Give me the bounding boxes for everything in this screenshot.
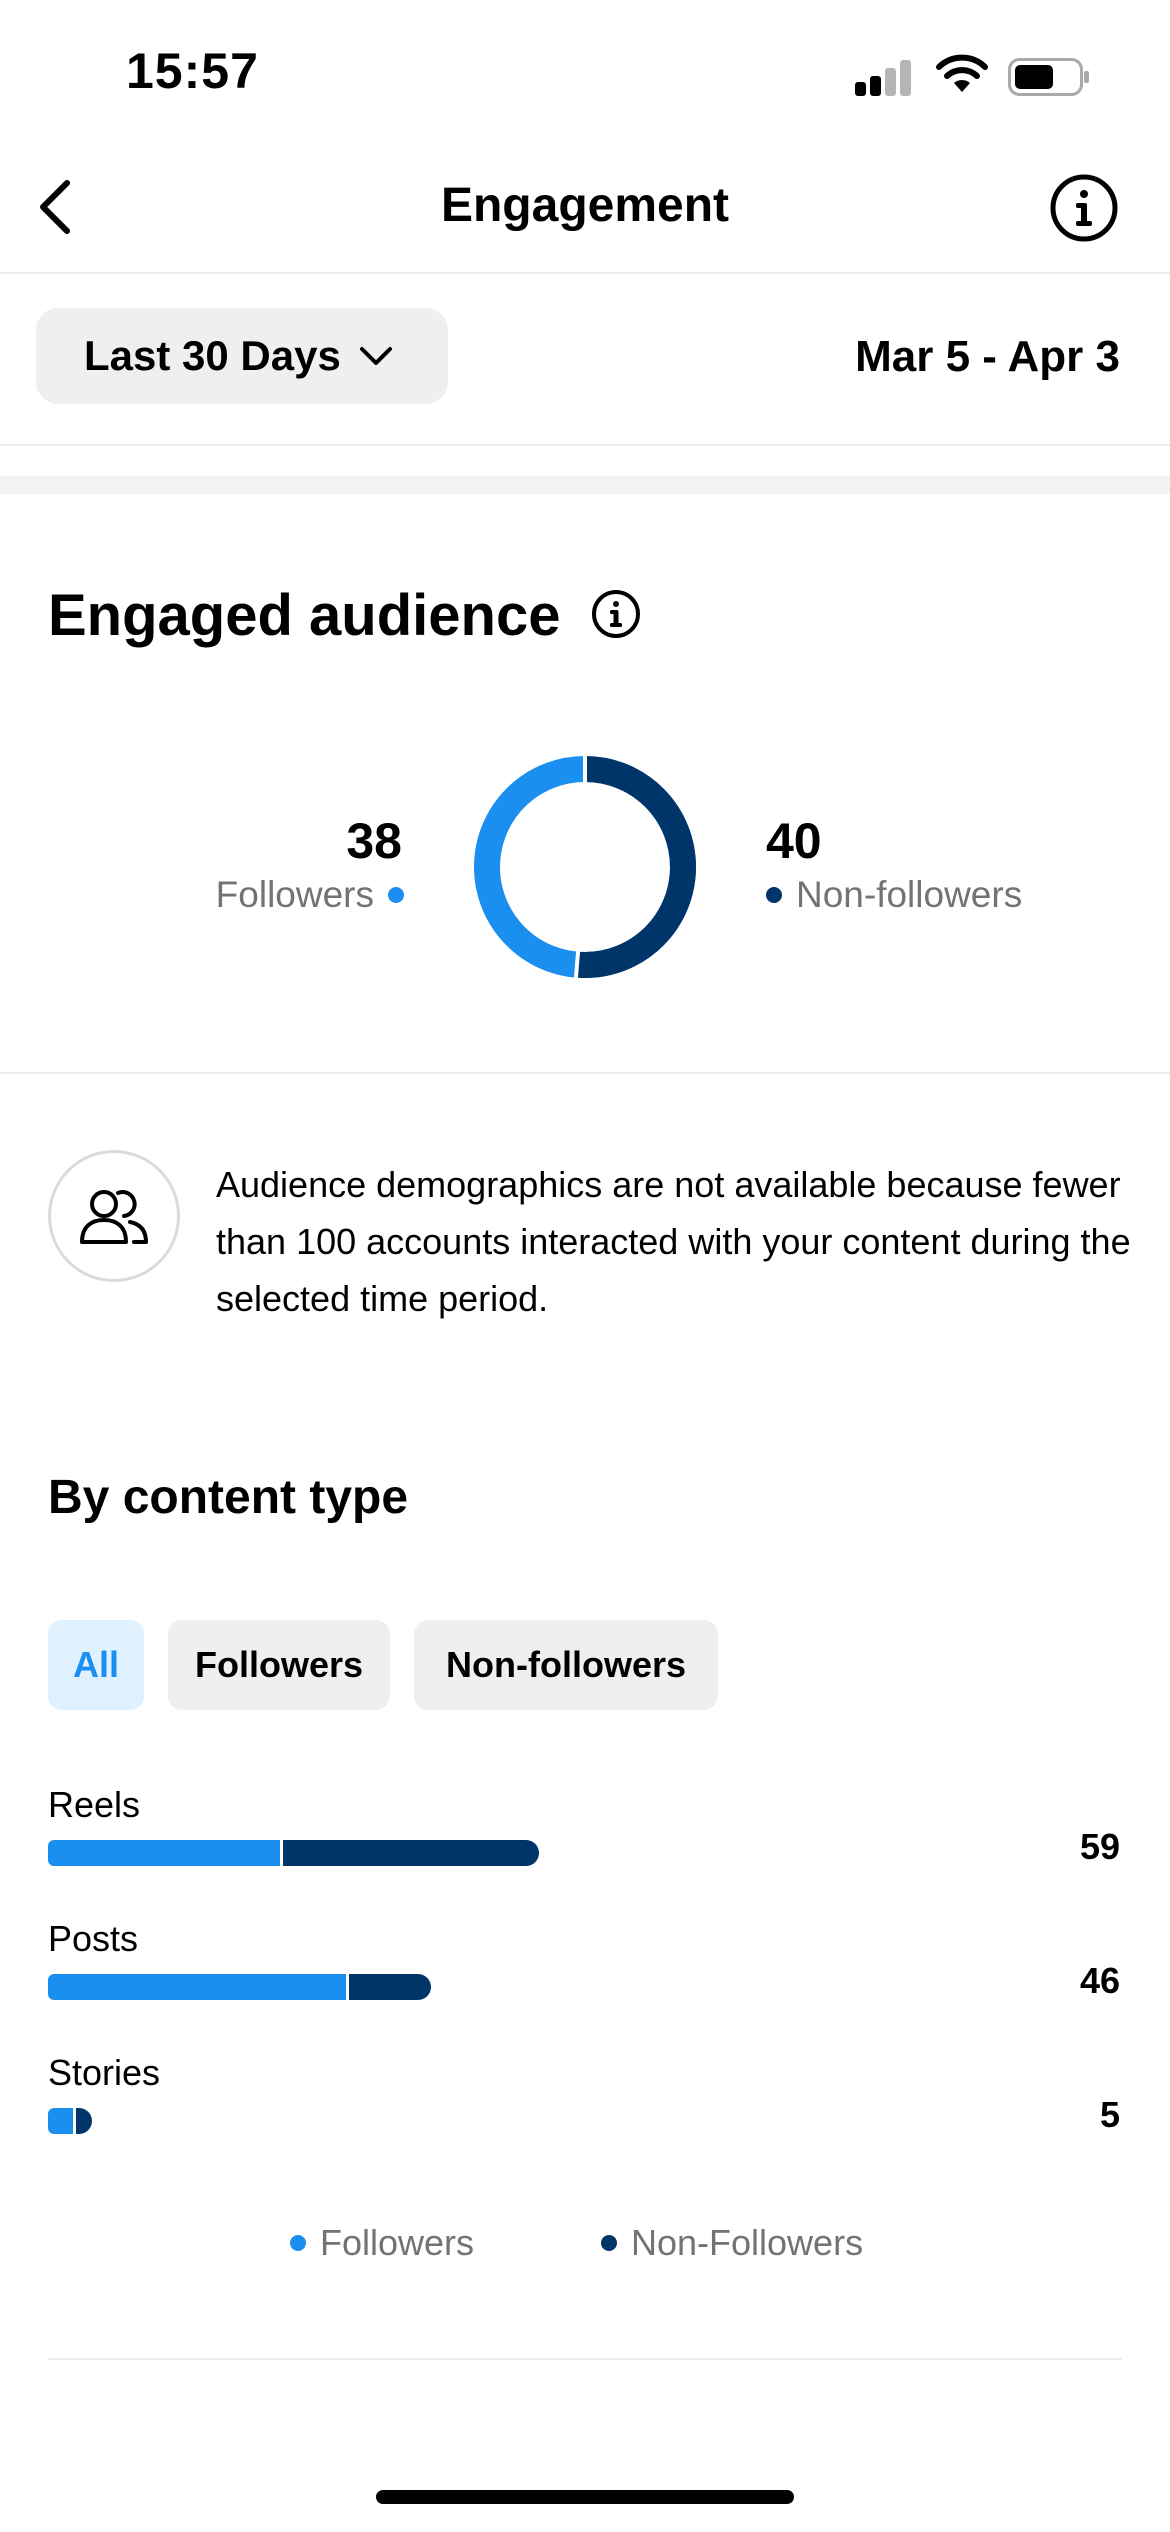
date-range-dropdown[interactable]: Last 30 Days [36,308,448,404]
bar-label-stories: Stories [48,2052,161,2093]
wifi-icon [936,54,988,92]
bar-reels-non-followers [282,1840,539,1866]
info-icon[interactable] [1048,172,1120,244]
legend-followers: Followers [290,2222,474,2264]
non-followers-stat-label: Non-followers [766,874,1022,916]
engaged-audience-donut-chart [474,754,696,980]
content-type-title: By content type [48,1471,409,1524]
filter-bar: Last 30 Days Mar 5 - Apr 3 [0,276,1170,446]
chevron-down-icon [359,347,392,365]
chip-all[interactable]: All [48,1620,144,1710]
legend-followers-dot-icon [290,2235,306,2251]
bar-value-reels: 59 [1079,1826,1120,1867]
bar-label-reels: Reels [48,1784,141,1825]
battery-icon [1008,58,1089,96]
bar-posts-followers [48,1974,346,2000]
date-range-text: Mar 5 - Apr 3 [855,332,1120,381]
bar-stories-non-followers [75,2108,93,2134]
bar-stories-followers [48,2108,73,2134]
legend-non-followers-dot-icon [601,2235,617,2251]
bar-reels [48,1840,539,1866]
status-time: 15:57 [126,43,259,99]
non-followers-dot-icon [766,887,782,903]
bar-stories [48,2108,93,2134]
people-icon [80,1190,148,1244]
divider [0,1072,1170,1074]
bar-posts [48,1974,432,2000]
bar-value-stories: 5 [1099,2094,1120,2135]
info-icon[interactable] [590,588,642,640]
followers-dot-icon [388,887,404,903]
date-range-dropdown-label: Last 30 Days [84,332,341,379]
followers-stat-label: Followers [216,874,404,916]
home-indicator [376,2490,794,2504]
donut-separator [573,948,581,980]
chip-followers[interactable]: Followers [168,1620,390,1710]
non-followers-label: Non-followers [796,874,1023,915]
legend-non-followers: Non-Followers [601,2222,863,2264]
audience-icon-circle [48,1150,180,1282]
bar-reels-followers [48,1840,280,1866]
nav-header: Engagement [0,150,1170,274]
legend-followers-label: Followers [320,2222,475,2263]
bar-label-posts: Posts [48,1918,139,1959]
non-followers-count: 40 [766,813,822,869]
followers-count: 38 [346,813,402,869]
page-title: Engagement [440,179,730,232]
engaged-audience-title: Engaged audience [48,583,561,648]
bar-posts-non-followers [348,1974,432,2000]
status-bar: 15:57 [0,0,1170,150]
followers-label: Followers [215,874,374,915]
legend-non-followers-label: Non-Followers [631,2222,864,2263]
divider [48,2358,1122,2360]
section-separator [0,476,1170,494]
chip-non-followers[interactable]: Non-followers [414,1620,718,1710]
cellular-signal-icon [855,60,913,96]
bar-value-posts: 46 [1079,1960,1120,2001]
demographics-notice-text: Audience demographics are not available … [216,1164,1131,1319]
